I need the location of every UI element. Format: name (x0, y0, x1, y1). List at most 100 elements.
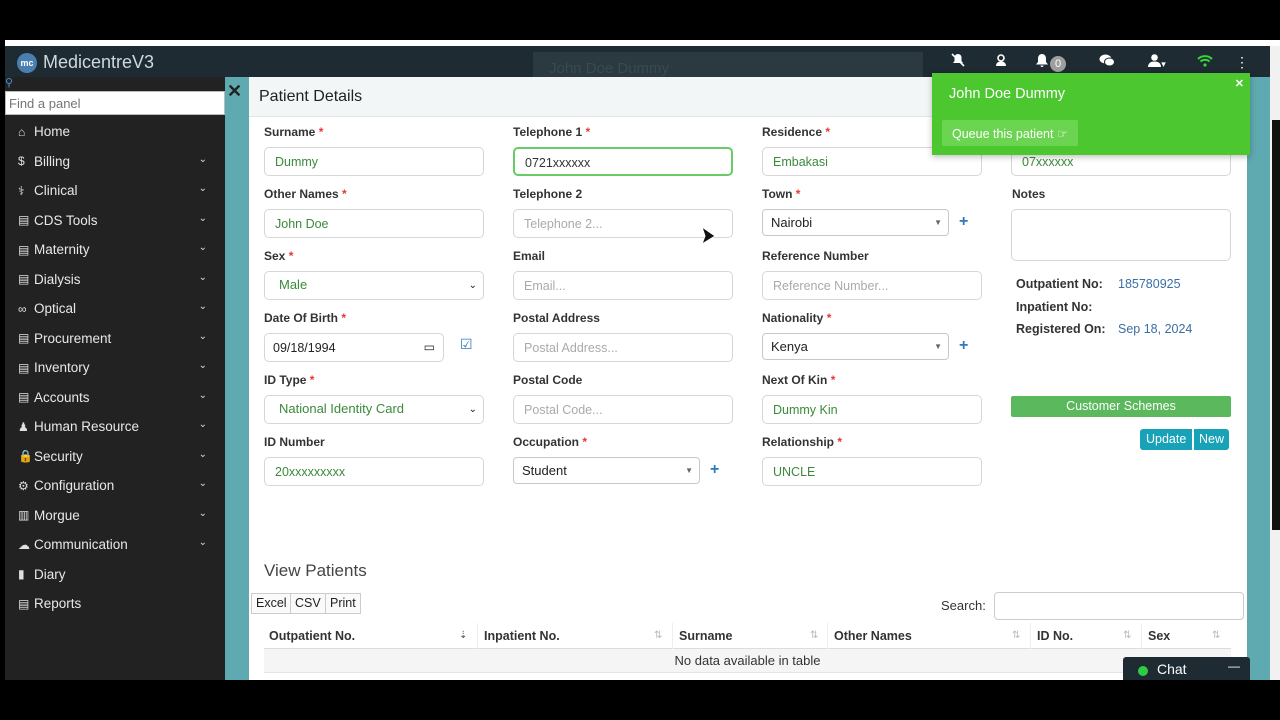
chat-bubbles-icon[interactable] (1094, 52, 1120, 72)
brand[interactable]: mc MedicentreV3 (17, 52, 154, 73)
email-input[interactable]: Email... (513, 271, 733, 300)
panel-title: Patient Details (259, 88, 363, 105)
col-inpatient-no[interactable]: Inpatient No. (484, 629, 560, 643)
sort-icon[interactable]: ⇅ (1212, 630, 1220, 641)
sex-label: Sex * (264, 249, 294, 263)
support-icon[interactable] (988, 52, 1014, 72)
sidebar-icon: ▤ (18, 213, 30, 228)
sidebar-item-clinical[interactable]: ⚕ Clinical ⌄ (5, 176, 225, 206)
customer-schemes-button[interactable]: Customer Schemes (1011, 396, 1231, 417)
sidebar-item-security[interactable]: 🔒 Security ⌄ (5, 442, 225, 472)
sidebar-item-reports[interactable]: ▤ Reports (5, 589, 225, 619)
town-select[interactable]: Nairobi ▼ (762, 209, 949, 236)
col-surname[interactable]: Surname (679, 629, 733, 643)
excel-button[interactable]: Excel (251, 593, 292, 614)
sidebar-item-dialysis[interactable]: ▤ Dialysis ⌄ (5, 265, 225, 295)
chat-label: Chat (1157, 661, 1187, 677)
notes-textarea[interactable] (1011, 209, 1231, 261)
sidebar-item-human-resource[interactable]: ♟ Human Resource ⌄ (5, 412, 225, 442)
edit-date-icon[interactable]: ☑ (460, 336, 473, 353)
sidebar-menu: ⌂ Home $ Billing ⌄ ⚕ Clinical ⌄ ▤ CDS Tools ⌄ ▤ Mate… (5, 117, 225, 619)
add-nationality-icon[interactable]: + (959, 337, 968, 355)
next-of-kin-input[interactable]: Dummy Kin (762, 395, 982, 424)
relationship-input[interactable]: UNCLE (762, 457, 982, 486)
sort-icon[interactable]: ⇅ (810, 630, 818, 641)
surname-input[interactable]: Dummy (264, 147, 484, 176)
col-outpatient-no[interactable]: Outpatient No. (269, 629, 355, 643)
sidebar-icon: ⚙ (18, 478, 29, 493)
mute-icon[interactable] (945, 52, 971, 72)
sidebar-icon: ▤ (18, 331, 30, 346)
brand-logo-icon: mc (17, 52, 37, 73)
sidebar-item-morgue[interactable]: ▥ Morgue ⌄ (5, 501, 225, 531)
sort-icon[interactable]: ⇣ (459, 630, 467, 641)
sort-icon[interactable]: ⇅ (654, 630, 662, 641)
chat-widget[interactable]: Chat — (1123, 657, 1250, 680)
sidebar-item-label: Security (34, 448, 83, 464)
sidebar-item-label: Maternity (34, 242, 90, 258)
sidebar-item-optical[interactable]: ∞ Optical ⌄ (5, 294, 225, 324)
sidebar-item-procurement[interactable]: ▤ Procurement ⌄ (5, 324, 225, 354)
calendar-icon[interactable]: ▭ (424, 340, 435, 354)
user-icon (1148, 54, 1162, 67)
nationality-select[interactable]: Kenya ▼ (762, 333, 949, 360)
sidebar-item-cds-tools[interactable]: ▤ CDS Tools ⌄ (5, 206, 225, 236)
sidebar-item-accounts[interactable]: ▤ Accounts ⌄ (5, 383, 225, 413)
csv-button[interactable]: CSV (290, 593, 326, 614)
telephone2-input[interactable]: Telephone 2... (513, 209, 733, 238)
reference-number-label: Reference Number (762, 249, 869, 263)
sidebar-item-label: CDS Tools (34, 212, 98, 228)
col-other-names[interactable]: Other Names (834, 629, 912, 643)
close-icon[interactable]: ✕ (1235, 77, 1244, 90)
update-button[interactable]: Update (1140, 429, 1193, 450)
new-button[interactable]: New (1193, 429, 1230, 450)
sidebar-item-inventory[interactable]: ▤ Inventory ⌄ (5, 353, 225, 383)
sort-icon[interactable]: ⇅ (1123, 630, 1131, 641)
print-button[interactable]: Print (325, 593, 361, 614)
close-icon[interactable]: ✕ (227, 81, 242, 102)
sort-icon[interactable]: ⇅ (1012, 630, 1020, 641)
patient-details-panel: Patient Details Surname * Dummy Other Na… (249, 77, 1247, 680)
scrollbar-thumb[interactable] (1272, 120, 1280, 530)
add-occupation-icon[interactable]: + (710, 461, 719, 479)
id-type-label: ID Type * (264, 373, 315, 387)
sidebar-item-diary[interactable]: ▮ Diary (5, 560, 225, 590)
sidebar-item-label: Procurement (34, 330, 112, 346)
sidebar-item-communication[interactable]: ☁ Communication ⌄ (5, 530, 225, 560)
notifications[interactable]: 0 (1031, 52, 1071, 72)
sidebar-icon: ▤ (18, 390, 30, 405)
sidebar-item-label: Home (34, 124, 71, 140)
table-search-input[interactable] (994, 592, 1244, 620)
sidebar-item-maternity[interactable]: ▤ Maternity ⌄ (5, 235, 225, 265)
telephone1-input[interactable]: 0721xxxxxx (513, 147, 733, 176)
postal-code-input[interactable]: Postal Code... (513, 395, 733, 424)
user-menu[interactable]: ▾ (1142, 52, 1172, 72)
dob-label: Date Of Birth * (264, 311, 347, 325)
reference-number-input[interactable]: Reference Number... (762, 271, 982, 300)
col-sex[interactable]: Sex (1148, 629, 1170, 643)
sidebar-item-billing[interactable]: $ Billing ⌄ (5, 147, 225, 177)
table-search-label: Search: (941, 598, 986, 613)
other-names-input[interactable]: John Doe (264, 209, 484, 238)
kebab-menu-icon[interactable]: ⋮ (1235, 52, 1249, 72)
id-type-select[interactable]: National Identity Card ⌄ (264, 395, 484, 424)
occupation-select[interactable]: Student ▼ (513, 457, 700, 484)
minimize-icon[interactable]: — (1228, 659, 1240, 673)
dob-input[interactable]: 09/18/1994 ▭ (264, 333, 444, 362)
column-divider (827, 623, 828, 649)
column-divider (1141, 623, 1142, 649)
postal-address-input[interactable]: Postal Address... (513, 333, 733, 362)
col-id-no[interactable]: ID No. (1037, 629, 1073, 643)
other-names-label: Other Names * (264, 187, 347, 201)
sidebar-item-configuration[interactable]: ⚙ Configuration ⌄ (5, 471, 225, 501)
sidebar-item-home[interactable]: ⌂ Home (5, 117, 225, 147)
queue-patient-button[interactable]: Queue this patient ☞ (942, 120, 1079, 146)
id-number-input[interactable]: 20xxxxxxxxx (264, 457, 484, 486)
id-number-label: ID Number (264, 435, 325, 449)
add-town-icon[interactable]: + (959, 213, 968, 231)
chevron-down-icon: ⌄ (198, 419, 207, 430)
caret-down-icon: ▼ (934, 342, 942, 351)
caret-down-icon: ▼ (685, 466, 693, 475)
panel-search-input[interactable] (5, 91, 225, 115)
sex-select[interactable]: Male ⌄ (264, 271, 484, 300)
